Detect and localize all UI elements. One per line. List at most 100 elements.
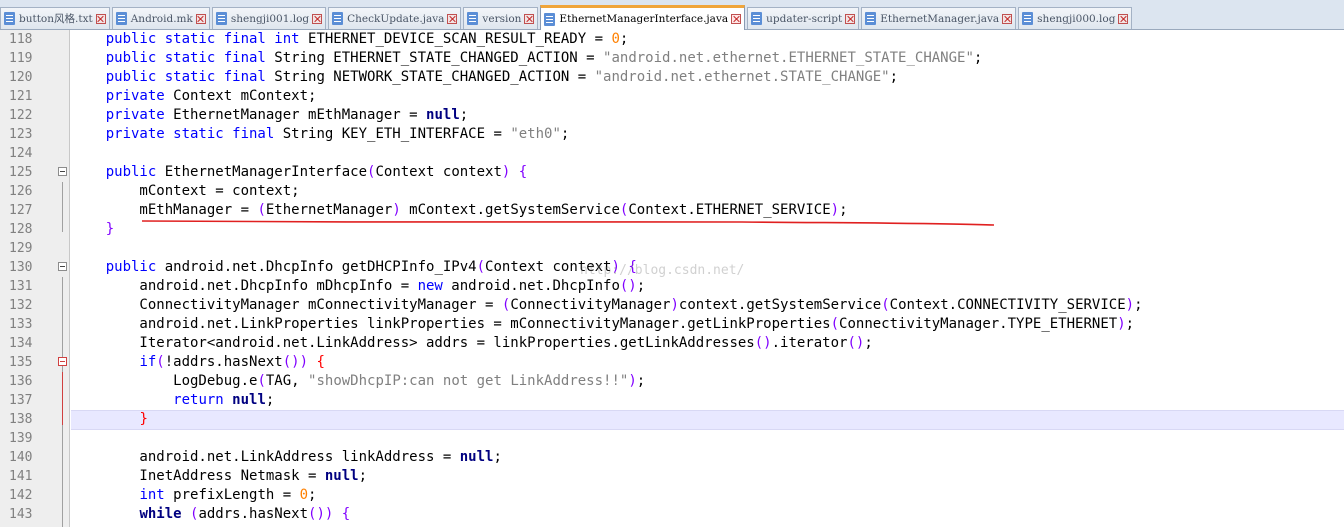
close-icon[interactable]: [447, 13, 458, 24]
code-line: 133 android.net.LinkProperties linkPrope…: [0, 315, 1344, 334]
code-token: ;: [493, 449, 502, 465]
tab-1[interactable]: Android.mk: [111, 7, 210, 29]
code-text: public EthernetManagerInterface(Context …: [72, 163, 528, 182]
tab-5[interactable]: EthernetManagerInterface.java: [540, 5, 746, 30]
file-icon: [1022, 12, 1034, 25]
code-token: !addrs.hasNext: [164, 354, 283, 370]
line-number: 124: [9, 146, 33, 161]
code-line: 135 if(!addrs.hasNext()) {: [0, 353, 1344, 372]
code-token: ): [628, 373, 637, 389]
code-line: 121 private Context mContext;: [0, 87, 1344, 106]
close-icon[interactable]: [195, 13, 206, 24]
code-token: }: [105, 221, 115, 237]
code-token: "eth0": [510, 126, 561, 142]
tab-label: CheckUpdate.java: [347, 12, 445, 25]
code-token: InetAddress Netmask =: [72, 468, 325, 484]
tab-label: updater-script: [766, 12, 843, 25]
code-line: 139: [0, 429, 1344, 448]
code-text: android.net.DhcpInfo mDhcpInfo = new and…: [72, 277, 645, 296]
fold-toggle-icon[interactable]: [58, 167, 67, 176]
code-token: private: [105, 107, 174, 123]
code-line: 143 while (addrs.hasNext()) {: [0, 505, 1344, 524]
file-icon: [467, 12, 479, 25]
code-token: EthernetManagerInterface: [164, 164, 368, 180]
code-token: prefixLength =: [173, 487, 300, 503]
code-token: (: [257, 373, 266, 389]
tab-label: button风格.txt: [19, 13, 93, 25]
code-token: public: [105, 259, 165, 275]
file-icon: [544, 12, 556, 26]
tab-0[interactable]: button风格.txt: [0, 7, 110, 29]
code-line: 136 LogDebug.e(TAG, "showDhcpIP:can not …: [0, 372, 1344, 391]
close-icon[interactable]: [731, 14, 742, 24]
code-line: 142 int prefixLength = 0;: [0, 486, 1344, 505]
code-token: {: [518, 164, 528, 180]
line-number: 131: [9, 279, 33, 294]
code-token: 0: [299, 487, 309, 503]
code-text: while (addrs.hasNext()) {: [72, 505, 350, 524]
code-token: context.getSystemService: [678, 297, 882, 313]
tab-7[interactable]: EthernetManager.java: [861, 7, 1017, 29]
code-token: Context mContext;: [173, 88, 317, 104]
code-editor[interactable]: 118 public static final int ETHERNET_DEV…: [0, 30, 1344, 527]
tab-2[interactable]: shengji001.log: [211, 7, 327, 29]
tab-3[interactable]: CheckUpdate.java: [328, 7, 462, 29]
code-token: String NETWORK_STATE_CHANGED_ACTION =: [274, 69, 595, 85]
code-token: android.net.LinkAddress linkAddress =: [72, 449, 460, 465]
code-token: ;: [560, 126, 570, 142]
code-token: EthernetManager mEthManager =: [173, 107, 427, 123]
code-text: private static final String KEY_ETH_INTE…: [72, 125, 570, 144]
line-number: 138: [9, 412, 33, 427]
code-token: .iterator: [771, 335, 848, 351]
tab-4[interactable]: version: [463, 7, 539, 29]
tab-label: shengji000.log: [1037, 12, 1116, 25]
code-token: null: [324, 468, 359, 484]
code-token: android.net.DhcpInfo getDHCPInfo_IPv4: [164, 259, 477, 275]
code-line: 119 public static final String ETHERNET_…: [0, 49, 1344, 68]
code-line: 120 public static final String NETWORK_S…: [0, 68, 1344, 87]
code-text: int prefixLength = 0;: [72, 486, 316, 505]
fold-toggle-icon[interactable]: [58, 357, 67, 366]
tab-6[interactable]: updater-script: [747, 7, 860, 29]
code-token: "android.net.ethernet.STATE_CHANGE": [594, 69, 890, 85]
fold-toggle-icon[interactable]: [58, 262, 67, 271]
code-token: null: [426, 107, 460, 123]
code-token: private static final: [105, 126, 283, 142]
close-icon[interactable]: [1002, 13, 1013, 24]
code-token: (): [619, 278, 637, 294]
close-icon[interactable]: [312, 13, 323, 24]
code-token: "showDhcpIP:can not get LinkAddress!!": [308, 373, 629, 389]
code-token: null: [459, 449, 494, 465]
code-line: 137 return null;: [0, 391, 1344, 410]
tab-label: shengji001.log: [230, 12, 310, 25]
code-text: private EthernetManager mEthManager = nu…: [72, 106, 468, 125]
line-number: 129: [9, 241, 33, 256]
line-number: 123: [9, 127, 33, 142]
close-icon[interactable]: [95, 13, 106, 24]
line-number: 121: [9, 89, 33, 104]
code-text: LogDebug.e(TAG, "showDhcpIP:can not get …: [72, 372, 645, 391]
tab-8[interactable]: shengji000.log: [1018, 7, 1133, 29]
code-line: 141 InetAddress Netmask = null;: [0, 467, 1344, 486]
code-token: ;: [1134, 297, 1143, 313]
code-token: ;: [265, 392, 275, 408]
line-number: 126: [9, 184, 33, 199]
close-icon[interactable]: [845, 13, 856, 24]
close-icon[interactable]: [1118, 13, 1129, 24]
code-token: android.net.DhcpInfo mDhcpInfo =: [72, 278, 418, 294]
file-icon: [865, 12, 877, 25]
line-number: 120: [9, 70, 33, 85]
tab-label: EthernetManagerInterface.java: [559, 13, 729, 25]
file-icon: [215, 12, 227, 25]
code-text: public static final String NETWORK_STATE…: [72, 68, 898, 87]
code-text: return null;: [72, 391, 274, 410]
code-text: private Context mContext;: [72, 87, 317, 106]
code-text: InetAddress Netmask = null;: [72, 467, 367, 486]
code-token: ): [1125, 297, 1135, 313]
close-icon[interactable]: [524, 13, 535, 24]
